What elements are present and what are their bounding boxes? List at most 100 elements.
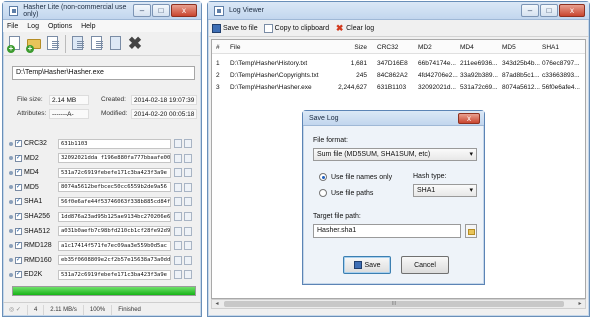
clipboard-icon[interactable] [184, 197, 192, 207]
clipboard-icon[interactable] [184, 212, 192, 221]
hash-value[interactable]: a1c17414f571fe7ec09aa3e559b0d5ac [58, 240, 171, 251]
hash-checkbox[interactable]: ✓ [15, 198, 22, 206]
column-header[interactable]: MD2 [418, 42, 458, 53]
column-header[interactable]: SHA1 [542, 42, 584, 53]
hash-value[interactable]: 531a72c6919febefe171c3ba423f3a9e [58, 167, 171, 178]
close-button[interactable]: x [559, 4, 585, 17]
table-cell[interactable]: 531a72c69... [460, 82, 500, 93]
hash-checkbox[interactable]: ✓ [15, 169, 22, 177]
table-cell[interactable]: 2,244,627 [327, 82, 367, 93]
table-cell[interactable]: 66b74174e... [418, 58, 458, 69]
copy-icon[interactable] [174, 241, 182, 251]
hash-value[interactable]: 8074a5612befbcec50cc6559b2de9a56 [58, 182, 171, 193]
hash-checkbox[interactable]: ✓ [15, 271, 22, 279]
target-path-field[interactable]: Hasher.sha1 [313, 224, 461, 238]
copy-button[interactable] [89, 35, 105, 53]
table-cell[interactable]: 2 [216, 70, 228, 81]
table-cell[interactable]: 631B1103 [377, 82, 415, 93]
horizontal-scrollbar[interactable]: ◂ III ▸ [211, 299, 586, 309]
clear-button[interactable]: ✖ [127, 34, 143, 53]
copy-icon[interactable] [174, 168, 182, 178]
copy-icon[interactable] [174, 270, 182, 280]
menu-log[interactable]: Log [27, 23, 39, 30]
copy-icon[interactable] [174, 255, 182, 265]
file-format-select[interactable]: Sum file (MD5SUM, SHA1SUM, etc) ▾ [313, 148, 477, 161]
table-cell[interactable]: 245 [327, 70, 367, 81]
hash-checkbox[interactable]: ✓ [15, 227, 22, 235]
table-cell[interactable]: 56f0e6afe4... [542, 82, 584, 93]
hash-checkbox[interactable]: ✓ [15, 256, 22, 264]
copy-icon[interactable] [174, 139, 182, 148]
copy-to-clipboard-button[interactable]: Copy to clipboard [263, 23, 329, 33]
table-cell[interactable]: D:\Temp\Hasher\History.txt [230, 58, 326, 69]
hash-checkbox[interactable]: ✓ [15, 140, 22, 147]
save-button[interactable] [108, 35, 124, 53]
hash-checkbox[interactable]: ✓ [15, 183, 22, 191]
clipboard-icon[interactable] [184, 270, 192, 280]
clear-log-button[interactable]: ✖ Clear log [335, 23, 374, 33]
column-header[interactable]: # [216, 42, 228, 53]
compare-button[interactable] [70, 35, 86, 53]
save-log-titlebar[interactable]: Save Log x [303, 111, 484, 126]
scroll-thumb[interactable]: III [224, 301, 564, 307]
clipboard-icon[interactable] [184, 153, 192, 163]
dialog-close-button[interactable]: x [458, 112, 480, 124]
menu-file[interactable]: File [7, 23, 18, 30]
table-cell[interactable]: 4fd42706e2... [418, 70, 458, 81]
scroll-right-icon[interactable]: ▸ [575, 300, 585, 308]
copy-icon[interactable] [174, 226, 182, 236]
hasher-titlebar[interactable]: Hasher Lite (non-commercial use only) – … [3, 2, 201, 20]
menu-options[interactable]: Options [48, 23, 72, 30]
copy-icon[interactable] [174, 182, 182, 192]
hash-value[interactable]: 531a72c6919febefe171c3ba423f3a9e [58, 269, 171, 280]
table-cell[interactable]: 1 [216, 58, 228, 69]
menu-help[interactable]: Help [81, 23, 95, 30]
table-cell[interactable]: 32092021d... [418, 82, 458, 93]
log-viewer-titlebar[interactable]: Log Viewer – □ x [208, 2, 589, 20]
column-header[interactable]: MD5 [502, 42, 540, 53]
hash-value[interactable]: 32092021dda f196e880fa777bbaafe00 [58, 153, 171, 164]
copy-icon[interactable] [174, 153, 182, 163]
table-cell[interactable]: D:\Temp\Hasher\Hasher.exe [230, 82, 326, 93]
hash-value[interactable]: 56f0e6afe44f53746063f338b885cd84f5 [58, 196, 171, 207]
browse-button[interactable] [465, 224, 477, 238]
add-file-button[interactable]: + [7, 35, 23, 53]
save-to-file-button[interactable]: Save to file [212, 23, 258, 33]
column-header[interactable]: CRC32 [377, 42, 415, 53]
clipboard-icon[interactable] [184, 226, 192, 236]
maximize-button[interactable]: □ [540, 4, 558, 17]
table-cell[interactable]: 211ee6936... [460, 58, 500, 69]
column-header[interactable]: Size [327, 42, 367, 53]
column-header[interactable]: MD4 [460, 42, 500, 53]
table-cell[interactable]: 343d25b4b... [502, 58, 540, 69]
hash-checkbox[interactable]: ✓ [15, 154, 22, 162]
table-cell[interactable]: 3 [216, 82, 228, 93]
hash-checkbox[interactable]: ✓ [15, 242, 22, 250]
add-folder-button[interactable]: + [26, 35, 42, 53]
close-button[interactable]: x [171, 4, 197, 17]
table-cell[interactable]: c33663893... [542, 70, 584, 81]
table-cell[interactable]: 8074a5612... [502, 82, 540, 93]
cancel-button[interactable]: Cancel [401, 256, 449, 274]
copy-icon[interactable] [174, 197, 182, 207]
minimize-button[interactable]: – [133, 4, 151, 17]
table-cell[interactable]: 33a92b389... [460, 70, 500, 81]
hash-value[interactable]: 631b1103 [58, 138, 171, 149]
clipboard-icon[interactable] [184, 182, 192, 192]
scroll-left-icon[interactable]: ◂ [212, 300, 222, 308]
hash-value[interactable]: 1dd876a23ad95b125ae9134bc270206e68 [58, 211, 171, 222]
clipboard-icon[interactable] [184, 139, 192, 148]
column-header[interactable]: File [230, 42, 326, 53]
minimize-button[interactable]: – [521, 4, 539, 17]
table-cell[interactable]: 1,681 [327, 58, 367, 69]
copy-icon[interactable] [174, 212, 182, 221]
open-log-button[interactable] [45, 35, 61, 53]
table-cell[interactable]: 84C862A2 [377, 70, 415, 81]
table-cell[interactable]: 076ec8797... [542, 58, 584, 69]
hash-value[interactable]: a031b0aefb7c98bfd210cb1cf28fe92d97 [58, 226, 171, 237]
table-cell[interactable]: 347D16E8 [377, 58, 415, 69]
hash-value[interactable]: eb35f0608809e2cf2b57e15638a73a0dd1 [58, 255, 171, 266]
maximize-button[interactable]: □ [152, 4, 170, 17]
table-cell[interactable]: 87ad8b5c1... [502, 70, 540, 81]
file-path-field[interactable]: D:\Temp\Hasher\Hasher.exe [12, 66, 195, 80]
